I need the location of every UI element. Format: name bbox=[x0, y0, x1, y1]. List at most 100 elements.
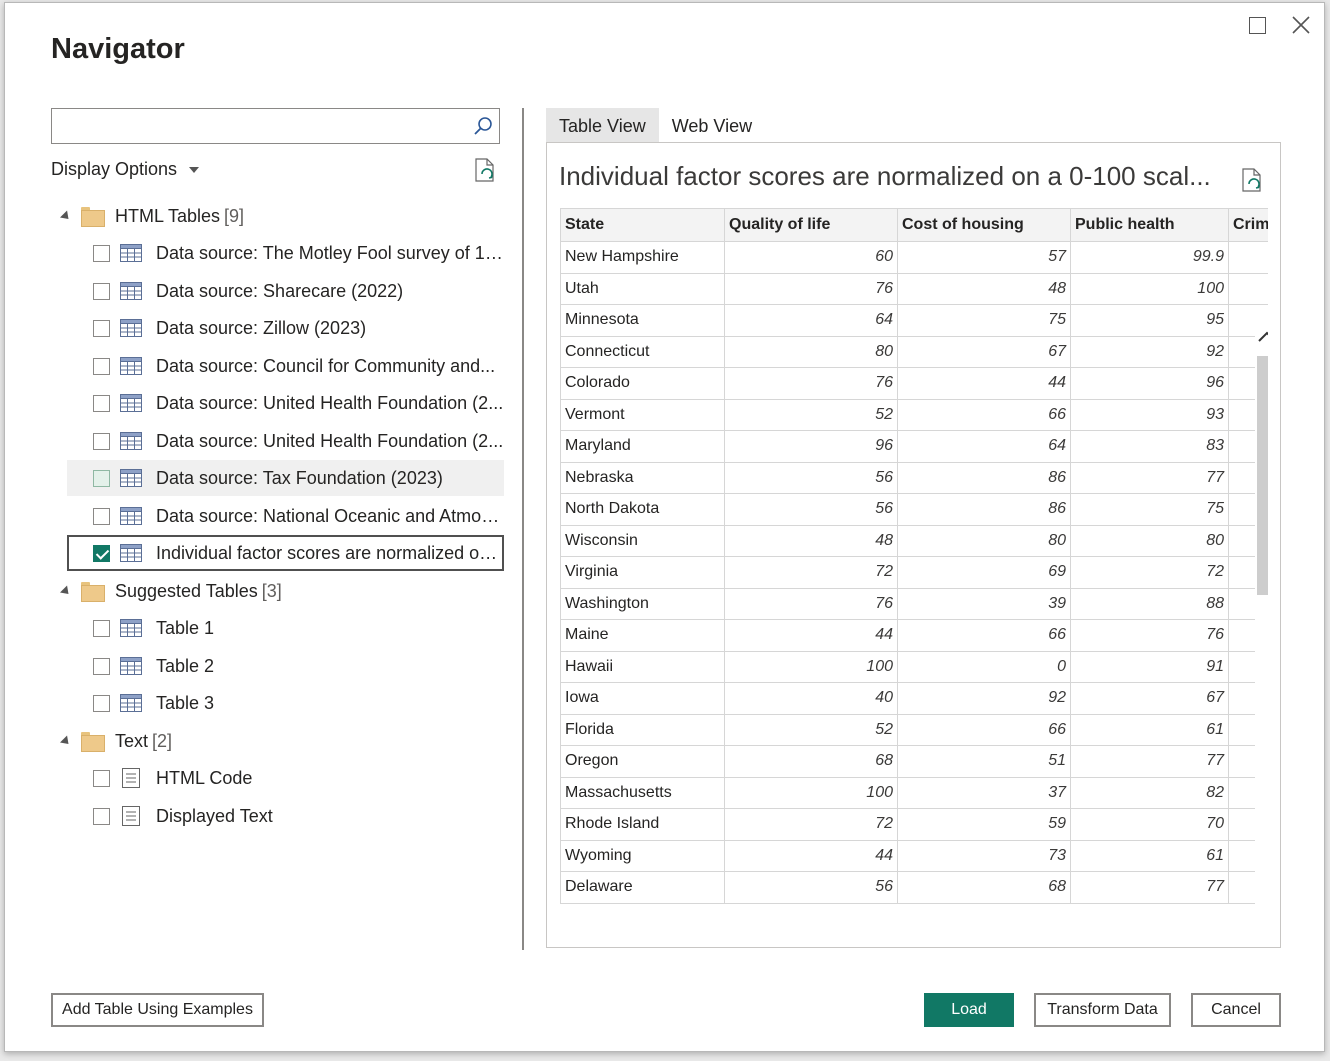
state-cell[interactable]: Washington bbox=[560, 587, 725, 620]
value-cell[interactable]: 60 bbox=[724, 241, 898, 274]
state-cell[interactable]: Utah bbox=[560, 272, 725, 305]
table-row[interactable]: Massachusetts 100 37 82 bbox=[560, 776, 1268, 809]
state-cell[interactable]: Maryland bbox=[560, 430, 725, 463]
value-cell[interactable]: 64 bbox=[724, 304, 898, 337]
expand-triangle-icon[interactable] bbox=[59, 584, 73, 598]
table-row[interactable]: Virginia 72 69 72 bbox=[560, 556, 1268, 589]
value-cell[interactable] bbox=[1228, 272, 1268, 305]
state-cell[interactable]: Rhode Island bbox=[560, 808, 725, 841]
expand-triangle-icon[interactable] bbox=[59, 209, 73, 223]
value-cell[interactable]: 99.9 bbox=[1070, 241, 1229, 274]
value-cell[interactable]: 56 bbox=[724, 493, 898, 526]
value-cell[interactable]: 57 bbox=[897, 241, 1071, 274]
state-cell[interactable]: North Dakota bbox=[560, 493, 725, 526]
table-row[interactable]: Maryland 96 64 83 bbox=[560, 430, 1268, 463]
value-cell[interactable]: 76 bbox=[1070, 619, 1229, 652]
transform-data-button[interactable]: Transform Data bbox=[1034, 993, 1171, 1027]
value-cell[interactable]: 72 bbox=[724, 556, 898, 589]
value-cell[interactable]: 44 bbox=[897, 367, 1071, 400]
tree-item[interactable]: Data source: The Motley Fool survey of 1… bbox=[67, 235, 504, 271]
display-options-dropdown[interactable]: Display Options bbox=[51, 159, 200, 180]
value-cell[interactable]: 80 bbox=[897, 524, 1071, 557]
close-button[interactable] bbox=[1289, 13, 1313, 37]
table-row[interactable]: Oregon 68 51 77 bbox=[560, 745, 1268, 778]
column-header[interactable]: Quality of life bbox=[724, 208, 898, 242]
tree-item[interactable]: Displayed Text bbox=[67, 798, 504, 834]
table-row[interactable]: Utah 76 48 100 bbox=[560, 272, 1268, 305]
search-icon[interactable] bbox=[473, 116, 493, 136]
state-cell[interactable]: Iowa bbox=[560, 682, 725, 715]
table-row[interactable]: Maine 44 66 76 bbox=[560, 619, 1268, 652]
checkbox[interactable] bbox=[93, 507, 110, 525]
value-cell[interactable]: 83 bbox=[1070, 430, 1229, 463]
table-row[interactable]: Iowa 40 92 67 bbox=[560, 682, 1268, 715]
value-cell[interactable]: 0 bbox=[897, 650, 1071, 683]
value-cell[interactable]: 48 bbox=[897, 272, 1071, 305]
state-cell[interactable]: Oregon bbox=[560, 745, 725, 778]
add-table-using-examples-button[interactable]: Add Table Using Examples bbox=[51, 993, 264, 1027]
value-cell[interactable]: 67 bbox=[897, 335, 1071, 368]
table-row[interactable]: Wisconsin 48 80 80 bbox=[560, 524, 1268, 557]
tree-item[interactable]: Table 2 bbox=[67, 648, 504, 684]
value-cell[interactable]: 100 bbox=[724, 650, 898, 683]
chevron-up-icon[interactable] bbox=[1256, 326, 1268, 348]
state-cell[interactable]: Virginia bbox=[560, 556, 725, 589]
tree-item[interactable]: Data source: Sharecare (2022) bbox=[67, 273, 504, 309]
value-cell[interactable]: 72 bbox=[1070, 556, 1229, 589]
value-cell[interactable]: 86 bbox=[897, 461, 1071, 494]
checkbox[interactable] bbox=[93, 657, 110, 675]
table-row[interactable]: Connecticut 80 67 92 bbox=[560, 335, 1268, 368]
state-cell[interactable]: Wisconsin bbox=[560, 524, 725, 557]
table-row[interactable]: Hawaii 100 0 91 bbox=[560, 650, 1268, 683]
table-row[interactable]: New Hampshire 60 57 99.9 bbox=[560, 241, 1268, 274]
data-grid[interactable]: State Quality of life Cost of housing Pu… bbox=[560, 208, 1268, 935]
tab-table-view[interactable]: Table View bbox=[546, 108, 659, 144]
value-cell[interactable]: 44 bbox=[724, 839, 898, 872]
value-cell[interactable]: 100 bbox=[724, 776, 898, 809]
maximize-button[interactable] bbox=[1245, 13, 1269, 37]
checkbox-checked[interactable] bbox=[93, 544, 110, 562]
folder-text[interactable]: Text [2] bbox=[55, 723, 172, 759]
value-cell[interactable]: 66 bbox=[897, 713, 1071, 746]
state-cell[interactable]: Nebraska bbox=[560, 461, 725, 494]
value-cell[interactable]: 70 bbox=[1070, 808, 1229, 841]
value-cell[interactable]: 76 bbox=[724, 272, 898, 305]
vertical-scrollbar[interactable] bbox=[1255, 320, 1268, 935]
value-cell[interactable]: 69 bbox=[897, 556, 1071, 589]
checkbox[interactable] bbox=[93, 432, 110, 450]
state-cell[interactable]: New Hampshire bbox=[560, 241, 725, 274]
value-cell[interactable]: 86 bbox=[897, 493, 1071, 526]
value-cell[interactable]: 66 bbox=[897, 619, 1071, 652]
load-button[interactable]: Load bbox=[924, 993, 1014, 1027]
value-cell[interactable]: 91 bbox=[1070, 650, 1229, 683]
table-row[interactable]: Washington 76 39 88 bbox=[560, 587, 1268, 620]
value-cell[interactable]: 77 bbox=[1070, 745, 1229, 778]
checkbox[interactable] bbox=[93, 694, 110, 712]
table-row[interactable]: Minnesota 64 75 95 bbox=[560, 304, 1268, 337]
state-cell[interactable]: Maine bbox=[560, 619, 725, 652]
pane-splitter[interactable] bbox=[522, 108, 524, 950]
value-cell[interactable]: 56 bbox=[724, 461, 898, 494]
value-cell[interactable]: 67 bbox=[1070, 682, 1229, 715]
value-cell[interactable]: 80 bbox=[1070, 524, 1229, 557]
state-cell[interactable]: Minnesota bbox=[560, 304, 725, 337]
value-cell[interactable]: 82 bbox=[1070, 776, 1229, 809]
value-cell[interactable]: 61 bbox=[1070, 713, 1229, 746]
table-row[interactable]: North Dakota 56 86 75 bbox=[560, 493, 1268, 526]
value-cell[interactable]: 56 bbox=[724, 871, 898, 904]
checkbox[interactable] bbox=[93, 282, 110, 300]
column-header[interactable]: Crime bbox=[1228, 208, 1268, 242]
state-cell[interactable]: Wyoming bbox=[560, 839, 725, 872]
value-cell[interactable]: 76 bbox=[724, 587, 898, 620]
table-row[interactable]: Delaware 56 68 77 bbox=[560, 871, 1268, 904]
checkbox[interactable] bbox=[93, 807, 110, 825]
tree-item[interactable]: Data source: Zillow (2023) bbox=[67, 310, 504, 346]
state-cell[interactable]: Connecticut bbox=[560, 335, 725, 368]
value-cell[interactable]: 68 bbox=[724, 745, 898, 778]
value-cell[interactable]: 72 bbox=[724, 808, 898, 841]
value-cell[interactable]: 48 bbox=[724, 524, 898, 557]
value-cell[interactable]: 77 bbox=[1070, 461, 1229, 494]
cancel-button[interactable]: Cancel bbox=[1191, 993, 1281, 1027]
checkbox[interactable] bbox=[93, 619, 110, 637]
value-cell[interactable]: 92 bbox=[1070, 335, 1229, 368]
